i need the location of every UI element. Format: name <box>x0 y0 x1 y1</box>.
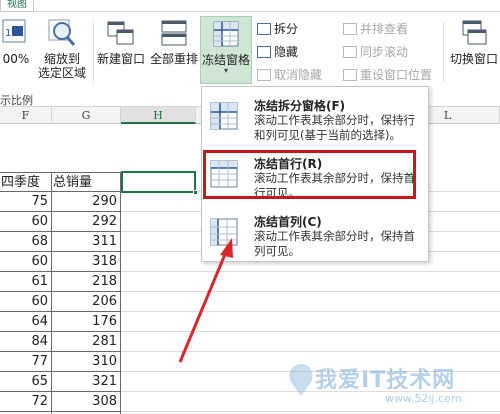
table-cell[interactable]: 61 <box>0 272 52 292</box>
freeze-panes-button[interactable]: 冻结窗格 ▾ <box>200 16 252 84</box>
reset-window-position-button[interactable]: 重设窗口位置 <box>343 68 432 82</box>
table-cell[interactable]: 77 <box>0 352 52 372</box>
sync-scroll-label: 同步滚动 <box>360 45 409 59</box>
menu-item-title: 冻结拆分窗格(F) <box>254 99 346 113</box>
split-button[interactable]: 拆分 <box>257 22 298 36</box>
split-label: 拆分 <box>274 22 299 36</box>
freeze-panes-icon <box>209 101 239 131</box>
sync-scroll-icon <box>343 46 357 58</box>
fill-handle[interactable] <box>193 190 198 195</box>
arrange-all-button[interactable]: 全部重排 <box>148 18 200 66</box>
table-cell[interactable]: 292 <box>52 212 121 232</box>
table-cell[interactable]: 84 <box>0 332 52 352</box>
freeze-panes-label: 冻结窗格 <box>201 53 250 67</box>
side-by-side-label: 并排查看 <box>360 22 409 36</box>
table-cell[interactable]: 321 <box>52 372 121 392</box>
table-header-cell[interactable]: 总销量 <box>52 172 121 192</box>
reset-position-icon <box>343 69 357 81</box>
zoom-100-button[interactable]: 1 00% <box>0 18 32 66</box>
column-header-g[interactable]: G <box>52 107 121 124</box>
menu-item-title: 冻结首列(C) <box>254 215 322 229</box>
hide-icon <box>257 46 271 58</box>
new-window-icon <box>106 18 136 48</box>
ribbon-divider <box>34 11 500 12</box>
ribbon-separator <box>93 22 94 82</box>
table-cell[interactable]: 290 <box>52 192 121 212</box>
table-cell[interactable]: 308 <box>52 392 121 412</box>
chevron-down-icon: ▾ <box>223 66 228 75</box>
table-cell[interactable]: 72 <box>0 392 52 412</box>
unhide-label: 取消隐藏 <box>274 68 323 82</box>
table-cell[interactable]: 60 <box>0 212 52 232</box>
column-header-h[interactable]: H <box>121 107 196 124</box>
svg-text:1: 1 <box>5 28 11 39</box>
reset-position-label: 重设窗口位置 <box>360 68 433 82</box>
switch-windows-icon <box>459 18 489 48</box>
ribbon-separator <box>443 22 444 82</box>
table-cell[interactable]: 75 <box>0 192 52 212</box>
table-cell[interactable]: 281 <box>52 332 121 352</box>
hide-label: 隐藏 <box>274 45 299 59</box>
freeze-panes-icon <box>211 19 241 49</box>
table-row: 61 218 <box>0 272 500 292</box>
table-cell[interactable]: 60 <box>0 252 52 272</box>
zoom-to-selection-button[interactable]: 缩放到 选定区域 <box>34 18 90 80</box>
unhide-button[interactable]: 取消隐藏 <box>257 68 322 82</box>
table-cell[interactable]: 318 <box>52 252 121 272</box>
zoom-selection-label-2: 选定区域 <box>37 66 86 80</box>
zoom-selection-label-1: 缩放到 <box>43 52 80 66</box>
side-by-side-icon <box>343 23 357 35</box>
view-side-by-side-button[interactable]: 并排查看 <box>343 22 408 36</box>
sync-scroll-button[interactable]: 同步滚动 <box>343 45 408 59</box>
switch-windows-button[interactable]: 切换窗口 <box>448 18 500 66</box>
menu-item-freeze-panes[interactable]: 冻结拆分窗格(F) 滚动工作表其余部分时，保持行和列可见(基于当前的选择)。 <box>202 89 428 147</box>
split-icon <box>257 23 271 35</box>
table-row: 84 281 <box>0 332 500 352</box>
group-label-zoom: 示比例 <box>0 94 33 107</box>
watermark-text: 我爱IT技术网 <box>315 368 456 393</box>
watermark: 我爱IT技术网 www.52ij.com <box>285 356 495 412</box>
hide-button[interactable]: 隐藏 <box>257 45 298 59</box>
table-header-cell[interactable]: 四季度 <box>0 172 52 192</box>
table-cell[interactable]: 218 <box>52 272 121 292</box>
table-cell[interactable]: 65 <box>0 372 52 392</box>
annotation-highlight-box <box>203 150 416 199</box>
tab-view[interactable]: 视图 <box>0 0 34 12</box>
active-cell-selection[interactable] <box>121 171 196 193</box>
unhide-icon <box>257 69 271 81</box>
magnifier-icon <box>47 18 77 48</box>
menu-item-freeze-first-column[interactable]: 冻结首列(C) 滚动工作表其余部分时，保持首列可见。 <box>202 205 428 263</box>
table-row: 60 206 <box>0 292 500 312</box>
new-window-button[interactable]: 新建窗口 <box>95 18 147 66</box>
zoom-100-label: 00% <box>2 52 30 66</box>
arrange-all-icon <box>159 18 189 48</box>
table-cell[interactable]: 311 <box>52 232 121 252</box>
menu-item-description: 滚动工作表其余部分时，保持首列可见。 <box>254 229 415 258</box>
freeze-first-column-icon <box>209 217 239 247</box>
switch-windows-label: 切换窗口 <box>449 52 498 66</box>
zoom-100-icon: 1 <box>1 18 31 48</box>
table-row: 64 176 <box>0 312 500 332</box>
new-window-label: 新建窗口 <box>96 52 145 66</box>
table-cell[interactable]: 68 <box>0 232 52 252</box>
table-cell[interactable]: 60 <box>0 292 52 312</box>
arrange-all-label: 全部重排 <box>149 52 198 66</box>
menu-item-description: 滚动工作表其余部分时，保持行和列可见(基于当前的选择)。 <box>254 113 415 142</box>
table-cell[interactable]: 176 <box>52 312 121 332</box>
table-cell[interactable]: 206 <box>52 292 121 312</box>
table-cell[interactable]: 64 <box>0 312 52 332</box>
watermark-url: www.52ij.com <box>385 392 462 405</box>
watermark-logo-icon <box>289 364 313 396</box>
table-cell[interactable]: 310 <box>52 352 121 372</box>
column-header-f[interactable]: F <box>0 107 52 124</box>
